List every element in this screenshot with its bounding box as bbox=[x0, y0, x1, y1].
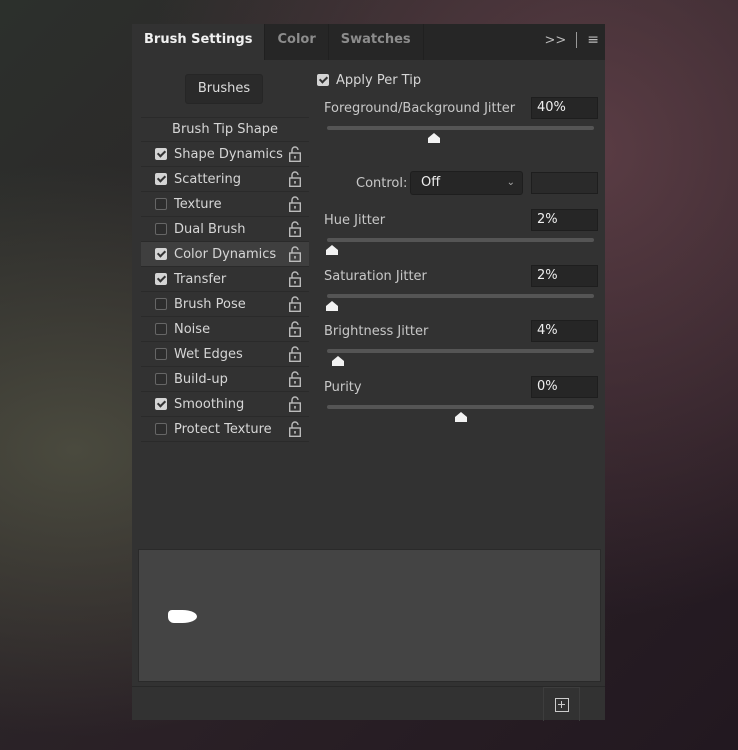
checkbox[interactable] bbox=[317, 74, 329, 86]
lock-icon[interactable] bbox=[288, 346, 302, 363]
slider-track[interactable] bbox=[326, 294, 594, 311]
lock-icon[interactable] bbox=[288, 246, 302, 263]
checkbox[interactable] bbox=[155, 223, 167, 235]
stroke-preview-shape bbox=[168, 610, 197, 623]
checkbox[interactable] bbox=[155, 398, 167, 410]
brush-option-label: Smoothing bbox=[174, 396, 245, 412]
brush-option-label: Texture bbox=[174, 196, 222, 212]
brush-option-label: Dual Brush bbox=[174, 221, 246, 237]
slider-track[interactable] bbox=[326, 238, 594, 255]
brush-stroke-preview bbox=[138, 549, 601, 682]
slider-label: Saturation Jitter bbox=[324, 269, 427, 284]
lock-icon[interactable] bbox=[288, 171, 302, 188]
lock-icon[interactable] bbox=[288, 146, 302, 163]
checkbox[interactable] bbox=[155, 273, 167, 285]
brush-option-item[interactable]: Noise bbox=[141, 317, 309, 342]
brush-option-item[interactable]: Wet Edges bbox=[141, 342, 309, 367]
brush-option-label: Shape Dynamics bbox=[174, 146, 283, 162]
brush-option-label: Color Dynamics bbox=[174, 246, 277, 262]
control-dropdown[interactable]: Off ⌄ bbox=[410, 171, 523, 195]
checkbox[interactable] bbox=[155, 248, 167, 260]
lock-icon[interactable] bbox=[288, 371, 302, 388]
brush-option-item[interactable]: Brush Pose bbox=[141, 292, 309, 317]
brush-option-item[interactable]: Dual Brush bbox=[141, 217, 309, 242]
brush-option-item[interactable]: Smoothing bbox=[141, 392, 309, 417]
slider-thumb[interactable] bbox=[454, 411, 467, 422]
checkbox[interactable] bbox=[155, 348, 167, 360]
slider-track[interactable] bbox=[327, 349, 594, 366]
tab-color[interactable]: Color bbox=[265, 24, 329, 60]
lock-icon[interactable] bbox=[288, 196, 302, 213]
slider-value-field[interactable]: 40% bbox=[531, 97, 598, 119]
slider-track[interactable] bbox=[327, 405, 594, 422]
brush-option-label: Transfer bbox=[174, 271, 227, 287]
brush-settings-panel: Brush Settings Color Swatches >> ≡ Brush… bbox=[132, 24, 605, 721]
color-dynamics-settings: Apply Per Tip Foreground/Background Jitt… bbox=[317, 68, 599, 422]
control-label: Control: bbox=[356, 176, 408, 191]
checkbox[interactable] bbox=[155, 198, 167, 210]
slider-value-field[interactable]: 2% bbox=[531, 265, 598, 287]
brush-option-label: Build-up bbox=[174, 371, 228, 387]
brush-option-item[interactable]: Shape Dynamics bbox=[141, 142, 309, 167]
brush-option-item[interactable]: Color Dynamics bbox=[141, 242, 309, 267]
brush-options-list: Brush Tip Shape Shape Dynamics Scattering… bbox=[141, 117, 309, 442]
lock-icon[interactable] bbox=[288, 396, 302, 413]
slider-thumb[interactable] bbox=[326, 244, 339, 255]
slider-thumb[interactable] bbox=[331, 355, 344, 366]
brush-option-label: Wet Edges bbox=[174, 346, 243, 362]
chevron-down-icon: ⌄ bbox=[506, 177, 515, 188]
slider-track[interactable] bbox=[327, 126, 594, 143]
lock-icon[interactable] bbox=[288, 271, 302, 288]
divider bbox=[576, 32, 578, 48]
slider-label: Brightness Jitter bbox=[324, 324, 429, 339]
checkbox[interactable] bbox=[155, 148, 167, 160]
brush-option-item[interactable]: Transfer bbox=[141, 267, 309, 292]
panel-tabs: Brush Settings Color Swatches >> ≡ bbox=[132, 24, 605, 60]
slider-label: Foreground/Background Jitter bbox=[324, 101, 516, 116]
lock-icon[interactable] bbox=[288, 296, 302, 313]
brushes-button[interactable]: Brushes bbox=[185, 74, 263, 104]
slider-value-field[interactable]: 2% bbox=[531, 209, 598, 231]
slider-value-field[interactable]: 4% bbox=[531, 320, 598, 342]
apply-per-tip-checkbox[interactable]: Apply Per Tip bbox=[317, 68, 599, 92]
brush-option-label: Noise bbox=[174, 321, 211, 337]
create-new-brush-button[interactable] bbox=[543, 687, 580, 721]
lock-icon[interactable] bbox=[288, 321, 302, 338]
checkbox[interactable] bbox=[155, 373, 167, 385]
checkbox[interactable] bbox=[155, 298, 167, 310]
checkbox[interactable] bbox=[155, 173, 167, 185]
checkbox[interactable] bbox=[155, 323, 167, 335]
apply-per-tip-label: Apply Per Tip bbox=[336, 72, 422, 88]
control-value-field bbox=[531, 172, 598, 194]
slider-value-field[interactable]: 0% bbox=[531, 376, 598, 398]
brush-option-item[interactable]: Texture bbox=[141, 192, 309, 217]
panel-footer bbox=[132, 686, 605, 721]
brush-option-item[interactable]: Protect Texture bbox=[141, 417, 309, 442]
menu-icon[interactable]: ≡ bbox=[587, 32, 599, 48]
tab-brush-settings[interactable]: Brush Settings bbox=[132, 24, 266, 60]
slider-thumb[interactable] bbox=[326, 300, 339, 311]
lock-icon[interactable] bbox=[288, 221, 302, 238]
tab-swatches[interactable]: Swatches bbox=[329, 24, 424, 60]
slider-thumb[interactable] bbox=[427, 132, 440, 143]
slider-label: Purity bbox=[324, 380, 362, 395]
collapse-panels-button[interactable]: >> bbox=[544, 33, 566, 48]
brush-tip-shape-item[interactable]: Brush Tip Shape bbox=[141, 117, 309, 142]
checkbox[interactable] bbox=[155, 423, 167, 435]
brush-option-item[interactable]: Build-up bbox=[141, 367, 309, 392]
brush-option-label: Brush Pose bbox=[174, 296, 246, 312]
brush-option-item[interactable]: Scattering bbox=[141, 167, 309, 192]
brush-option-label: Scattering bbox=[174, 171, 242, 187]
control-value: Off bbox=[421, 175, 441, 190]
plus-square-icon bbox=[554, 697, 569, 712]
lock-icon[interactable] bbox=[288, 421, 302, 438]
slider-label: Hue Jitter bbox=[324, 213, 386, 228]
brush-option-label: Protect Texture bbox=[174, 421, 272, 437]
